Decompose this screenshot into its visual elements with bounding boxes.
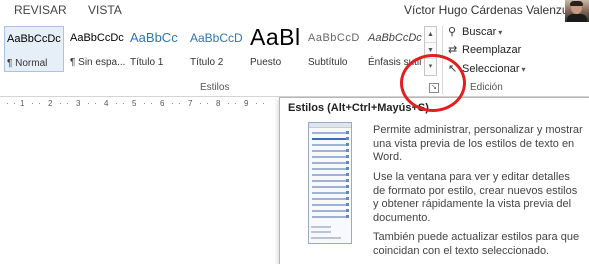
style-titulo-2[interactable]: AaBbCcD Título 2 (188, 26, 248, 72)
style-sample: AaBbCcDc (368, 32, 422, 44)
ruler-number: 9 (244, 99, 249, 108)
style-puesto[interactable]: AaBl Puesto (248, 26, 308, 72)
word-window: REVISAR VISTA Víctor Hugo Cárdenas Valen… (0, 0, 589, 264)
style-sample: AaBbCcDc (7, 33, 61, 45)
user-account[interactable]: Víctor Hugo Cárdenas Valenzuela▼ (404, 3, 589, 17)
style-subtitulo[interactable]: AaBbCcD Subtítulo (306, 26, 366, 72)
style-name: ¶ Normal (7, 58, 48, 69)
style-name: Subtítulo (308, 57, 348, 68)
tab-revisar[interactable]: REVISAR (14, 3, 67, 17)
ruler-number: 6 (160, 99, 165, 108)
style-name: Título 2 (190, 57, 224, 68)
styles-gallery: AaBbCcDc ¶ Normal AaBbCcDc ¶ Sin espa...… (4, 26, 422, 76)
style-normal[interactable]: AaBbCcDc ¶ Normal (4, 26, 64, 72)
ruler-number: 1 (20, 99, 25, 108)
style-name: Puesto (250, 57, 282, 68)
style-name: Título 1 (130, 57, 164, 68)
ribbon: AaBbCcDc ¶ Normal AaBbCcDc ¶ Sin espa...… (0, 22, 589, 97)
style-sample: AaBbCcDc (70, 32, 124, 44)
document-area[interactable] (0, 112, 278, 264)
tab-vista[interactable]: VISTA (88, 3, 122, 17)
ruler-number: 8 (216, 99, 221, 108)
group-label-edicion: Edición (470, 82, 503, 93)
seleccionar-label: Seleccionar (462, 63, 520, 75)
ruler-number: 3 (76, 99, 81, 108)
ruler-number: 4 (104, 99, 109, 108)
reemplazar-button[interactable]: ⇄ Reemplazar (448, 43, 521, 56)
annotation-circle (400, 54, 466, 112)
ruler-number: 5 (132, 99, 137, 108)
horizontal-ruler[interactable]: · · 1 2 3 4 5 6 7 8 9 · · · · · · · · · · · · ·… (0, 98, 280, 111)
tooltip-paragraph: Permite administrar, personalizar y most… (373, 124, 583, 163)
style-sin-espaciado[interactable]: AaBbCcDc ¶ Sin espa... (68, 26, 128, 72)
chevron-down-icon: ▾ (498, 28, 503, 37)
styles-pane-preview-icon (308, 122, 352, 244)
binoculars-icon: ⚲ (448, 26, 457, 38)
tooltip-title: Estilos (Alt+Ctrl+Mayús+S) (288, 102, 429, 114)
tooltip-paragraph: También puede actualizar estilos para qu… (373, 231, 580, 257)
style-name: ¶ Sin espa... (70, 57, 126, 68)
style-sample: AaBbCc (130, 30, 178, 45)
styles-tooltip: Estilos (Alt+Ctrl+Mayús+S) Permite admin… (279, 97, 589, 264)
style-titulo-1[interactable]: AaBbCc Título 1 (128, 26, 188, 72)
reemplazar-label: Reemplazar (462, 44, 522, 56)
style-sample: AaBbCcD (190, 31, 243, 45)
tooltip-paragraph: Use la ventana para ver y editar detalle… (373, 171, 578, 224)
ruler-number: 7 (188, 99, 193, 108)
avatar[interactable] (565, 0, 589, 22)
style-sample: AaBl (250, 26, 301, 50)
replace-icon: ⇄ (448, 44, 458, 56)
ruler-number: 2 (48, 99, 53, 108)
style-sample: AaBbCcD (308, 32, 360, 44)
chevron-down-icon: ▾ (521, 65, 526, 74)
ribbon-tab-bar: REVISAR VISTA Víctor Hugo Cárdenas Valen… (0, 0, 589, 22)
group-label-estilos: Estilos (200, 82, 230, 93)
buscar-button[interactable]: ⚲ Buscar ▾ (448, 25, 502, 38)
buscar-label: Buscar (462, 26, 497, 38)
scroll-up-icon[interactable]: ▲ (425, 27, 436, 43)
user-name: Víctor Hugo Cárdenas Valenzuela (404, 3, 585, 17)
